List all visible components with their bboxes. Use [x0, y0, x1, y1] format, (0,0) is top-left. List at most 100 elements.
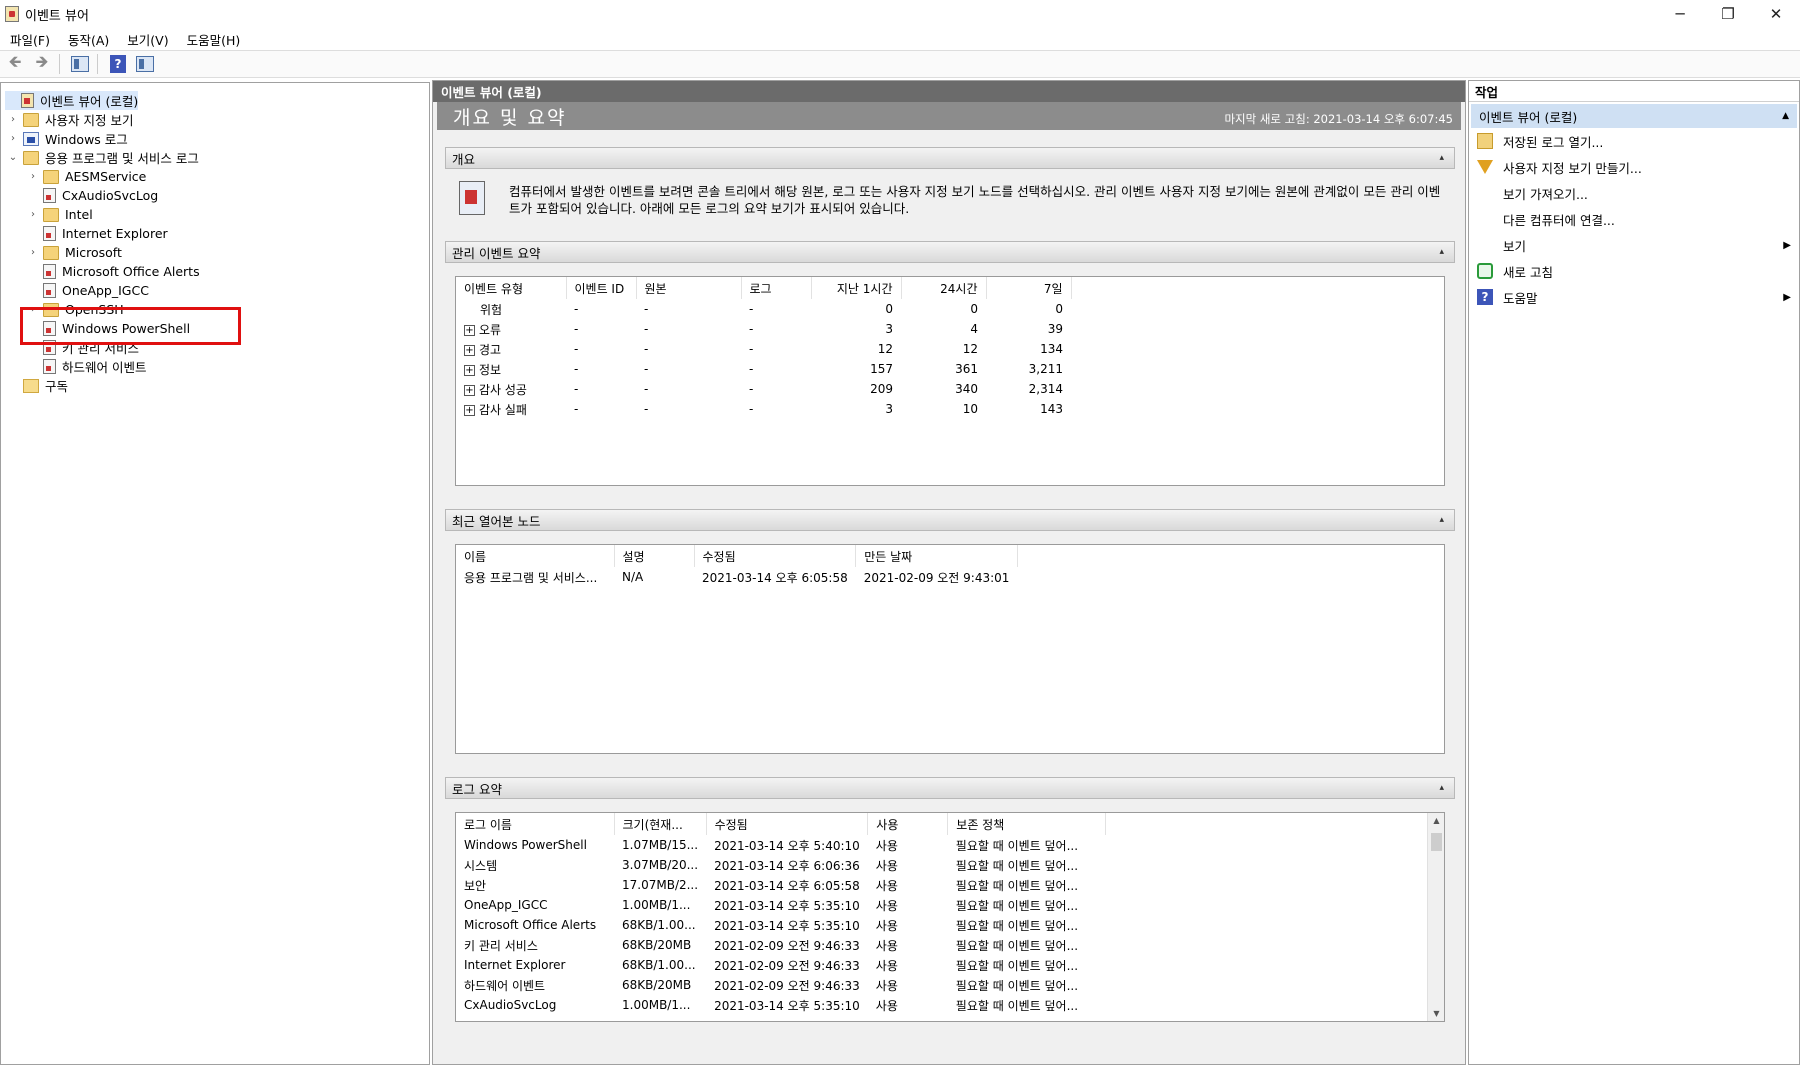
collapse-icon[interactable]: ▴ — [1439, 247, 1444, 257]
section-title: 관리 이벤트 요약 — [452, 245, 541, 261]
expand-plus-icon[interactable]: + — [464, 384, 475, 396]
column-header[interactable]: 수정됨 — [694, 545, 857, 567]
table-row[interactable]: Windows PowerShell 1.07MB/15... 2021-03-… — [456, 835, 1106, 855]
actions-section-header[interactable]: 이벤트 뷰어 (로컬) ▲ — [1471, 104, 1797, 128]
table-row[interactable]: Internet Explorer 68KB/1.00... 2021-02-0… — [456, 955, 1106, 975]
expand-chevron-icon[interactable]: › — [27, 304, 39, 315]
expand-chevron-icon[interactable]: › — [27, 171, 39, 182]
column-header[interactable]: 보존 정책 — [947, 813, 1107, 835]
action-connect-computer[interactable]: 다른 컴퓨터에 연결... — [1473, 206, 1799, 232]
table-cell: 필요할 때 이벤트 덮어... — [955, 838, 1079, 853]
column-header[interactable]: 로그 이름 — [456, 813, 615, 835]
expand-chevron-icon[interactable]: › — [27, 209, 39, 220]
tree-item-cxaudiosvclog[interactable]: CxAudioSvcLog — [27, 186, 158, 205]
collapse-icon[interactable]: ▲ — [1782, 111, 1789, 121]
column-header[interactable]: 사용 — [867, 813, 949, 835]
scroll-thumb[interactable] — [1431, 833, 1442, 851]
table-row[interactable]: 위험 - - - 0 0 0 — [456, 299, 1071, 319]
expand-plus-icon[interactable]: + — [464, 404, 475, 416]
table-row[interactable]: 보안 17.07MB/2... 2021-03-14 오후 6:05:58 사용… — [456, 875, 1106, 895]
action-help[interactable]: ? 도움말 ▶ — [1473, 284, 1799, 310]
action-open-saved-log[interactable]: 저장된 로그 열기... — [1473, 128, 1799, 154]
table-row[interactable]: + 경고 - - - 12 12 134 — [456, 339, 1071, 359]
minimize-button[interactable]: ─ — [1656, 0, 1704, 28]
scroll-up-icon[interactable]: ▲ — [1428, 816, 1444, 825]
action-refresh[interactable]: 새로 고침 — [1473, 258, 1799, 284]
forward-button[interactable]: 🡺 — [30, 52, 54, 75]
event-viewer-app-icon — [5, 6, 19, 22]
expand-chevron-icon[interactable]: › — [7, 114, 19, 125]
action-import-view[interactable]: 보기 가져오기... — [1473, 180, 1799, 206]
tree-item-intel[interactable]: › Intel — [27, 205, 93, 224]
column-header[interactable]: 이벤트 ID — [566, 277, 637, 299]
table-row[interactable]: + 정보 - - - 157 361 3,211 — [456, 359, 1071, 379]
collapse-icon[interactable]: ▴ — [1439, 515, 1444, 525]
show-hide-tree-button[interactable] — [68, 53, 92, 75]
column-header[interactable]: 24시간 — [901, 277, 987, 299]
help-button[interactable]: ? — [106, 53, 130, 75]
show-hide-action-button[interactable] — [133, 53, 157, 75]
help-icon: ? — [1477, 289, 1493, 305]
tree-item-aesmservice[interactable]: › AESMService — [27, 167, 146, 186]
column-header[interactable]: 원본 — [636, 277, 742, 299]
tree-item-custom-views[interactable]: › 사용자 지정 보기 — [7, 110, 133, 129]
section-title: 최근 열어본 노드 — [452, 513, 541, 529]
tree-item-key-management-service[interactable]: 키 관리 서비스 — [27, 338, 139, 357]
close-button[interactable]: ✕ — [1752, 0, 1800, 28]
column-header[interactable]: 로그 — [741, 277, 812, 299]
tree-item-openssh[interactable]: › OpenSSH — [27, 300, 124, 319]
tree-item-microsoft-office-alerts[interactable]: Microsoft Office Alerts — [27, 262, 200, 281]
tree-item-windows-powershell[interactable]: Windows PowerShell — [27, 319, 190, 338]
column-header[interactable]: 설명 — [614, 545, 695, 567]
column-header[interactable]: 지난 1시간 — [811, 277, 902, 299]
table-row[interactable]: + 감사 성공 - - - 209 340 2,314 — [456, 379, 1071, 399]
log-summary-section-header[interactable]: 로그 요약 ▴ — [445, 777, 1455, 799]
table-row[interactable]: + 오류 - - - 3 4 39 — [456, 319, 1071, 339]
tree-item-root[interactable]: 이벤트 뷰어 (로컬) — [5, 91, 139, 110]
tree-item-hardware-events[interactable]: 하드웨어 이벤트 — [27, 357, 146, 376]
restore-button[interactable]: ❐ — [1704, 0, 1752, 28]
back-button[interactable]: 🡸 — [3, 52, 27, 75]
action-view[interactable]: 보기 ▶ — [1473, 232, 1799, 258]
tree-item-oneapp-igcc[interactable]: OneApp_IGCC — [27, 281, 149, 300]
collapse-icon[interactable]: ▴ — [1439, 783, 1444, 793]
table-row[interactable]: 키 관리 서비스 68KB/20MB 2021-02-09 오전 9:46:33… — [456, 935, 1106, 955]
column-header[interactable]: 이벤트 유형 — [456, 277, 567, 299]
table-cell: 1.00MB/1... — [622, 898, 691, 912]
table-row[interactable]: 시스템 3.07MB/20... 2021-03-14 오후 6:06:36 사… — [456, 855, 1106, 875]
open-folder-icon — [1477, 133, 1493, 149]
expand-chevron-icon[interactable]: › — [27, 247, 39, 258]
action-create-custom-view[interactable]: 사용자 지정 보기 만들기... — [1473, 154, 1799, 180]
table-row[interactable]: CxAudioSvcLog 1.00MB/1... 2021-03-14 오후 … — [456, 995, 1106, 1015]
table-row[interactable]: OneApp_IGCC 1.00MB/1... 2021-03-14 오후 5:… — [456, 895, 1106, 915]
tree-item-subscriptions[interactable]: 구독 — [7, 376, 68, 395]
column-header[interactable]: 수정됨 — [706, 813, 869, 835]
scroll-down-icon[interactable]: ▼ — [1428, 1009, 1444, 1018]
column-header[interactable]: 크기(현재... — [614, 813, 707, 835]
column-header[interactable]: 만든 날짜 — [855, 545, 1018, 567]
tree-item-microsoft[interactable]: › Microsoft — [27, 243, 122, 262]
log-summary-scrollbar[interactable]: ▲ ▼ — [1427, 813, 1444, 1021]
table-row[interactable]: Microsoft Office Alerts 68KB/1.00... 202… — [456, 915, 1106, 935]
menu-view[interactable]: 보기(V) — [117, 30, 176, 49]
table-cell: CxAudioSvcLog — [464, 998, 557, 1012]
menu-action[interactable]: 동작(A) — [58, 30, 117, 49]
recent-nodes-section-header[interactable]: 최근 열어본 노드 ▴ — [445, 509, 1455, 531]
tree-item-internet-explorer[interactable]: Internet Explorer — [27, 224, 168, 243]
tree-item-app-service-logs[interactable]: ⌄ 응용 프로그램 및 서비스 로그 — [7, 148, 199, 167]
menu-file[interactable]: 파일(F) — [0, 30, 58, 49]
column-header[interactable]: 이름 — [456, 545, 615, 567]
table-row[interactable]: 하드웨어 이벤트 68KB/20MB 2021-02-09 오전 9:46:33… — [456, 975, 1106, 995]
expand-chevron-icon[interactable]: › — [7, 133, 19, 144]
menu-help[interactable]: 도움말(H) — [177, 30, 249, 49]
expand-plus-icon[interactable]: + — [464, 364, 475, 376]
column-header[interactable]: 7일 — [986, 277, 1072, 299]
collapse-chevron-icon[interactable]: ⌄ — [7, 152, 19, 163]
folder-icon — [43, 169, 59, 184]
table-row[interactable]: 응용 프로그램 및 서비스... N/A 2021-03-14 오후 6:05:… — [456, 567, 1017, 587]
admin-events-section-header[interactable]: 관리 이벤트 요약 ▴ — [445, 241, 1455, 263]
expand-plus-icon[interactable]: + — [464, 324, 475, 336]
table-row[interactable]: + 감사 실패 - - - 3 10 143 — [456, 399, 1071, 419]
tree-item-windows-logs[interactable]: › Windows 로그 — [7, 129, 128, 148]
expand-plus-icon[interactable]: + — [464, 344, 475, 356]
